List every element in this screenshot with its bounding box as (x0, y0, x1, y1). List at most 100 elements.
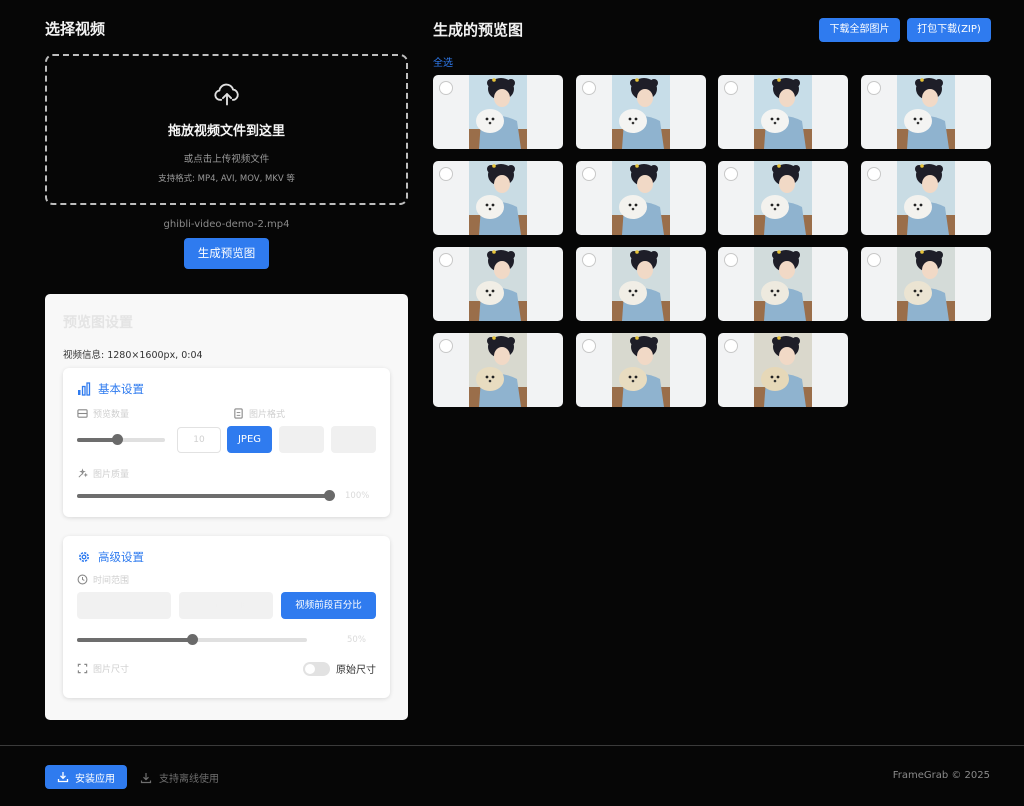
percent-slider-knob[interactable] (187, 634, 198, 645)
clock-icon (77, 574, 88, 584)
preview-thumbnail[interactable] (433, 75, 563, 149)
sparkle-icon (78, 467, 88, 477)
format-label: 图片格式 (249, 409, 286, 420)
preview-thumbnail[interactable] (575, 247, 706, 321)
quality-label: 图片质量 (93, 469, 130, 480)
preview-thumbnail[interactable] (718, 333, 848, 407)
thumbnail-select-radio[interactable] (581, 253, 596, 267)
preview-thumbnail[interactable] (718, 75, 848, 149)
thumbnail-select-radio[interactable] (439, 253, 453, 267)
select-all-link[interactable]: 全选 (433, 54, 453, 69)
mode-custom-time-button[interactable]: 自定义时间 (179, 592, 273, 619)
preview-thumbnail[interactable] (860, 75, 991, 149)
quality-slider-fill (77, 494, 329, 498)
thumbnail-select-radio[interactable] (866, 253, 881, 267)
count-slider-fill (77, 437, 118, 442)
selected-filename: ghibli-video-demo-2.mp4 (163, 219, 290, 230)
image-count-icon (77, 408, 88, 418)
mode-full-video-button[interactable]: 完整视频 (77, 592, 171, 619)
preview-thumbnail[interactable] (433, 247, 563, 321)
thumbnail-select-radio[interactable] (581, 167, 596, 181)
thumbnail-select-radio[interactable] (439, 167, 453, 181)
original-size-label: 原始尺寸 (336, 665, 376, 676)
frame-image (754, 333, 812, 407)
copyright: FrameGrab © 2025 (892, 770, 990, 781)
format-button-jpeg[interactable]: JPEG (227, 426, 272, 453)
dropzone-formats: 支持格式: MP4, AVI, MOV, MKV 等 (158, 174, 295, 184)
frame-image (611, 333, 670, 407)
thumbnail-select-radio[interactable] (724, 339, 738, 353)
advanced-settings-header: 高级设置 (77, 548, 376, 566)
mode-front-percent-button[interactable]: 视频前段百分比 (281, 592, 376, 619)
quality-label-row: 图片质量 (77, 466, 376, 480)
count-input[interactable]: 10 (176, 426, 221, 453)
preview-thumbnail[interactable] (860, 161, 991, 235)
preview-thumbnail[interactable] (575, 75, 706, 149)
offline-label: 支持离线使用 (159, 774, 219, 785)
install-app-button[interactable]: 安装应用 (45, 765, 127, 789)
offline-support: 支持离线使用 (140, 770, 219, 785)
download-all-button[interactable]: 下载全部图片 (819, 18, 900, 42)
size-row: 图片尺寸 原始尺寸 (77, 661, 376, 676)
quality-slider[interactable] (77, 490, 335, 501)
preview-thumbnail[interactable] (433, 333, 563, 407)
percent-slider[interactable] (77, 634, 307, 645)
quality-row: 100% (77, 490, 376, 501)
download-zip-button[interactable]: 打包下载(ZIP) (907, 18, 991, 42)
preview-thumbnail[interactable] (718, 161, 848, 235)
size-label-row: 图片尺寸 (77, 662, 129, 676)
advanced-settings-title: 高级设置 (98, 550, 144, 564)
preview-thumbnail[interactable] (718, 247, 848, 321)
advanced-settings-card: 高级设置 时间范围 完整视频 自定义时间 视频前段百分比 50% 图片尺寸 原始… (63, 536, 390, 698)
thumbnail-select-radio[interactable] (724, 81, 738, 95)
thumbnail-select-radio[interactable] (724, 167, 738, 181)
count-label: 预览数量 (93, 409, 130, 420)
format-button-png[interactable]: PNG (279, 426, 324, 453)
thumbnail-select-radio[interactable] (724, 253, 738, 267)
quality-slider-knob[interactable] (324, 490, 335, 501)
basic-settings-header: 基本设置 (77, 380, 376, 398)
basic-settings-card: 基本设置 预览数量 图片格式 10 JPEG PNG WEBP 图片质量 100… (63, 368, 390, 517)
preview-thumbnail[interactable] (433, 161, 563, 235)
cloud-upload-icon (213, 83, 239, 106)
preview-thumbnail[interactable] (575, 333, 706, 407)
preview-thumbnail[interactable] (860, 247, 991, 321)
frame-image (896, 161, 955, 235)
time-mode-buttons: 完整视频 自定义时间 视频前段百分比 (77, 592, 376, 619)
footer-divider (0, 745, 1024, 746)
count-label-row: 预览数量 (77, 406, 233, 420)
percent-slider-fill (77, 638, 192, 642)
count-slider[interactable] (77, 433, 165, 445)
settings-title: 预览图设置 (63, 315, 133, 331)
size-label: 图片尺寸 (93, 665, 130, 675)
dropzone-title: 拖放视频文件到这里 (167, 124, 285, 139)
count-slider-knob[interactable] (112, 433, 124, 445)
frame-image (896, 247, 955, 321)
frame-image (754, 75, 812, 149)
frame-image (611, 75, 670, 149)
original-size-toggle[interactable] (303, 661, 330, 676)
format-button-webp[interactable]: WEBP (331, 426, 376, 453)
frame-image (469, 247, 527, 321)
video-info: 视频信息: 1280×1600px, 0:04 (63, 350, 203, 361)
generate-preview-button[interactable]: 生成预览图 (184, 238, 269, 269)
thumbnail-select-radio[interactable] (581, 81, 596, 95)
install-app-label: 安装应用 (75, 773, 115, 785)
thumbnail-select-radio[interactable] (439, 81, 453, 95)
settings-panel: 预览图设置 视频信息: 1280×1600px, 0:04 基本设置 预览数量 (45, 294, 408, 720)
thumbnail-select-radio[interactable] (866, 81, 881, 95)
frame-image (469, 333, 527, 407)
gear-icon (79, 552, 89, 562)
upload-section: 选择视频 拖放视频文件到这里 或点击上传视频文件 支持格式: MP4, AVI,… (45, 14, 408, 269)
thumbnail-select-radio[interactable] (439, 339, 453, 353)
time-label-row: 时间范围 (77, 572, 376, 586)
app-page: 选择视频 拖放视频文件到这里 或点击上传视频文件 支持格式: MP4, AVI,… (0, 0, 1024, 806)
preview-thumbnail[interactable] (575, 161, 706, 235)
time-label: 时间范围 (93, 575, 130, 586)
file-format-icon (234, 407, 243, 419)
thumbnail-select-radio[interactable] (866, 167, 881, 181)
frame-image (469, 75, 527, 149)
frame-image (754, 247, 812, 321)
thumbnail-select-radio[interactable] (581, 339, 596, 353)
video-dropzone[interactable]: 拖放视频文件到这里 或点击上传视频文件 支持格式: MP4, AVI, MOV,… (45, 54, 408, 205)
